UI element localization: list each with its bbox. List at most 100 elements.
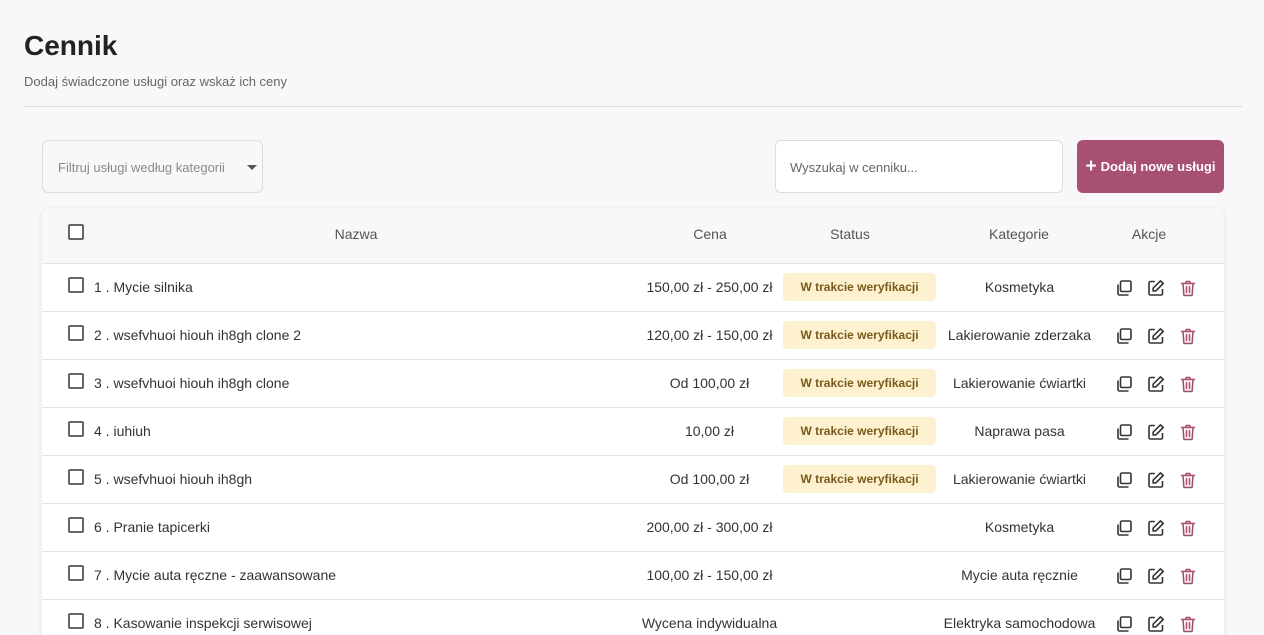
status-badge: W trakcie weryfikacji (783, 369, 936, 397)
copy-icon[interactable] (1114, 614, 1134, 634)
service-price: 10,00 zł (684, 423, 735, 439)
table-row: 6 . Pranie tapicerki 200,00 zł - 300,00 z… (42, 504, 1224, 552)
service-category: Kosmetyka (984, 519, 1055, 535)
search-field[interactable] (775, 140, 1063, 193)
category-filter-placeholder: Filtruj usługi według kategorii (58, 160, 225, 175)
service-category: Lakierowanie zderzaka (947, 327, 1092, 343)
service-name-text: Mycie auta ręczne - zaawansowane (113, 567, 337, 583)
service-index: 3 . (94, 375, 110, 391)
service-price: Od 100,00 zł (669, 375, 750, 391)
trash-icon[interactable] (1178, 614, 1198, 634)
service-index: 2 . (94, 327, 110, 343)
service-index: 7 . (94, 567, 110, 583)
service-name-text: iuhiuh (113, 423, 151, 439)
column-header-status: Status (830, 226, 870, 242)
service-price: 120,00 zł - 150,00 zł (646, 327, 773, 343)
service-index: 5 . (94, 471, 110, 487)
row-checkbox[interactable] (68, 277, 84, 293)
service-name-text: wsefvhuoi hiouh ih8gh clone 2 (113, 327, 302, 343)
trash-icon[interactable] (1178, 422, 1198, 442)
copy-icon[interactable] (1114, 470, 1134, 490)
column-header-actions: Akcje (1131, 226, 1167, 242)
service-name: 7 . Mycie auta ręczne - zaawansowane (94, 567, 336, 583)
service-category: Mycie auta ręcznie (961, 567, 1078, 583)
table-row: 4 . iuhiuh 10,00 zł W trakcie weryfikacji N… (42, 408, 1224, 456)
row-checkbox[interactable] (68, 421, 84, 437)
edit-icon[interactable] (1146, 470, 1166, 490)
row-checkbox[interactable] (68, 613, 84, 629)
copy-icon[interactable] (1114, 422, 1134, 442)
service-name: 1 . Mycie silnika (94, 279, 193, 295)
row-checkbox[interactable] (68, 325, 84, 341)
service-category: Naprawa pasa (974, 423, 1065, 439)
edit-icon[interactable] (1146, 566, 1166, 586)
row-checkbox[interactable] (68, 469, 84, 485)
service-name: 5 . wsefvhuoi hiouh ih8gh (94, 471, 252, 487)
service-name: 2 . wsefvhuoi hiouh ih8gh clone 2 (94, 327, 301, 343)
status-badge: W trakcie weryfikacji (783, 273, 936, 301)
page-title: Cennik (24, 30, 118, 61)
edit-icon[interactable] (1146, 422, 1166, 442)
copy-icon[interactable] (1114, 326, 1134, 346)
service-name-text: Mycie silnika (113, 279, 193, 295)
service-name: 8 . Kasowanie inspekcji serwisowej (94, 615, 312, 631)
copy-icon[interactable] (1114, 566, 1134, 586)
column-header-name: Nazwa (334, 226, 378, 242)
service-index: 1 . (94, 279, 110, 295)
page-subtitle: Dodaj świadczone usługi oraz wskaż ich c… (24, 74, 288, 89)
service-category: Elektryka samochodowa (943, 615, 1096, 631)
table-row: 7 . Mycie auta ręczne - zaawansowane 100,… (42, 552, 1224, 600)
service-index: 4 . (94, 423, 110, 439)
service-name-text: wsefvhuoi hiouh ih8gh clone (113, 375, 290, 391)
trash-icon[interactable] (1178, 566, 1198, 586)
add-services-button-label: Dodaj nowe usługi (1100, 159, 1216, 174)
column-header-price: Cena (693, 226, 727, 242)
row-checkbox[interactable] (68, 373, 84, 389)
edit-icon[interactable] (1146, 518, 1166, 538)
table-row: 3 . wsefvhuoi hiouh ih8gh clone Od 100,00… (42, 360, 1224, 408)
table-row: 5 . wsefvhuoi hiouh ih8gh Od 100,00 zł W t… (42, 456, 1224, 504)
service-price: Od 100,00 zł (669, 471, 750, 487)
copy-icon[interactable] (1114, 518, 1134, 538)
service-name-text: wsefvhuoi hiouh ih8gh (113, 471, 253, 487)
table-row: 1 . Mycie silnika 150,00 zł - 250,00 zł W … (42, 264, 1224, 312)
status-badge: W trakcie weryfikacji (783, 465, 936, 493)
service-price: Wycena indywidualna (641, 615, 778, 631)
service-name: 3 . wsefvhuoi hiouh ih8gh clone (94, 375, 289, 391)
copy-icon[interactable] (1114, 374, 1134, 394)
table-row: 2 . wsefvhuoi hiouh ih8gh clone 2 120,00 … (42, 312, 1224, 360)
status-badge: W trakcie weryfikacji (783, 417, 936, 445)
service-category: Kosmetyka (984, 279, 1055, 295)
row-checkbox[interactable] (68, 517, 84, 533)
status-badge: W trakcie weryfikacji (783, 321, 936, 349)
service-category: Lakierowanie ćwiartki (952, 375, 1087, 391)
search-input[interactable] (790, 157, 1050, 177)
select-all-checkbox[interactable] (68, 224, 84, 240)
header-divider (24, 106, 1242, 107)
service-name-text: Pranie tapicerki (113, 519, 210, 535)
trash-icon[interactable] (1178, 470, 1198, 490)
category-filter-select[interactable]: Filtruj usługi według kategorii (42, 140, 263, 193)
add-services-button[interactable]: + Dodaj nowe usługi (1077, 140, 1224, 193)
table-header: Nazwa Cena Status Kategorie Akcje (42, 208, 1224, 264)
service-index: 6 . (94, 519, 110, 535)
edit-icon[interactable] (1146, 614, 1166, 634)
services-table: Nazwa Cena Status Kategorie Akcje 1 . My… (42, 208, 1224, 635)
edit-icon[interactable] (1146, 374, 1166, 394)
copy-icon[interactable] (1114, 278, 1134, 298)
row-checkbox[interactable] (68, 565, 84, 581)
service-name: 4 . iuhiuh (94, 423, 151, 439)
service-name: 6 . Pranie tapicerki (94, 519, 210, 535)
column-header-category: Kategorie (989, 226, 1049, 242)
edit-icon[interactable] (1146, 278, 1166, 298)
edit-icon[interactable] (1146, 326, 1166, 346)
service-category: Lakierowanie ćwiartki (952, 471, 1087, 487)
trash-icon[interactable] (1178, 374, 1198, 394)
trash-icon[interactable] (1178, 326, 1198, 346)
service-price: 100,00 zł - 150,00 zł (646, 567, 773, 583)
service-name-text: Kasowanie inspekcji serwisowej (113, 615, 312, 631)
plus-icon: + (1085, 156, 1097, 177)
trash-icon[interactable] (1178, 518, 1198, 538)
table-row: 8 . Kasowanie inspekcji serwisowej Wycena… (42, 600, 1224, 635)
trash-icon[interactable] (1178, 278, 1198, 298)
